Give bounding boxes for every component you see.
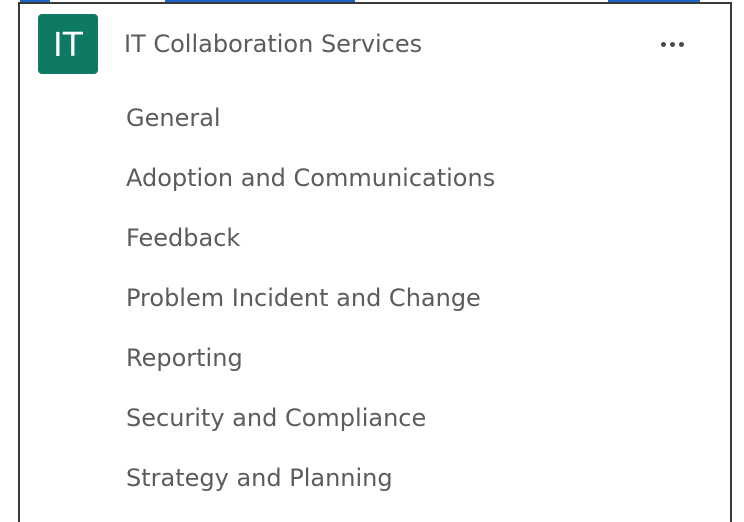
more-options-dot	[678, 41, 684, 47]
channel-label: Adoption and Communications	[126, 164, 496, 192]
channel-label: General	[126, 104, 221, 132]
more-options-dot	[660, 41, 666, 47]
team-name[interactable]: IT Collaboration Services	[124, 30, 422, 58]
team-avatar-initials: IT	[53, 24, 83, 64]
channel-item-security-and-compliance[interactable]: Security and Compliance	[126, 388, 495, 448]
channel-item-general[interactable]: General	[126, 88, 495, 148]
channel-item-reporting[interactable]: Reporting	[126, 328, 495, 388]
channel-item-strategy-and-planning[interactable]: Strategy and Planning	[126, 448, 495, 508]
channel-list: General Adoption and Communications Feed…	[126, 88, 495, 508]
channel-item-feedback[interactable]: Feedback	[126, 208, 495, 268]
channel-label: Problem Incident and Change	[126, 284, 481, 312]
team-avatar: IT	[38, 14, 98, 74]
more-options-icon[interactable]	[652, 29, 692, 59]
channel-label: Security and Compliance	[126, 404, 427, 432]
channel-label: Reporting	[126, 344, 243, 372]
channel-label: Feedback	[126, 224, 241, 252]
channel-item-adoption-and-communications[interactable]: Adoption and Communications	[126, 148, 495, 208]
team-header[interactable]: IT IT Collaboration Services	[38, 14, 692, 74]
channel-label: Strategy and Planning	[126, 464, 393, 492]
more-options-dot	[669, 41, 675, 47]
channel-item-problem-incident-and-change[interactable]: Problem Incident and Change	[126, 268, 495, 328]
